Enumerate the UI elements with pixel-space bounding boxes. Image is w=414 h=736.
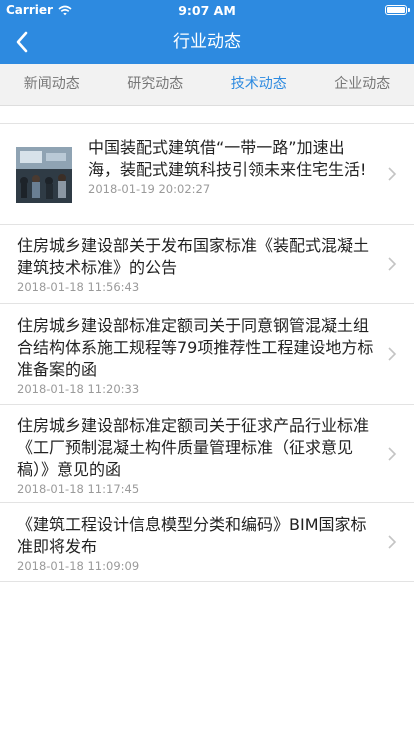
article-text: 住房城乡建设部关于发布国家标准《装配式混凝土建筑技术标准》的公告 2018-01… bbox=[17, 235, 376, 294]
chevron-right-icon bbox=[388, 257, 397, 271]
back-button[interactable] bbox=[0, 20, 44, 64]
nav-bar: 行业动态 bbox=[0, 20, 414, 64]
tab-enterprise[interactable]: 企业动态 bbox=[311, 64, 414, 105]
tab-technology[interactable]: 技术动态 bbox=[207, 64, 311, 105]
app-header: Carrier 9:07 AM 行业动态 bbox=[0, 0, 414, 64]
article-list: 中国装配式建筑借“一带一路”加速出海，装配式建筑科技引领未来住宅生活! 2018… bbox=[0, 123, 414, 582]
category-tabs: 新闻动态 研究动态 技术动态 企业动态 bbox=[0, 64, 414, 106]
article-title: 住房城乡建设部标准定额司关于征求产品行业标准《工厂预制混凝土构件质量管理标准（征… bbox=[17, 416, 370, 479]
article-time: 2018-01-18 11:56:43 bbox=[17, 280, 140, 294]
article-row[interactable]: 住房城乡建设部关于发布国家标准《装配式混凝土建筑技术标准》的公告 2018-01… bbox=[0, 225, 414, 304]
article-time: 2018-01-18 11:20:33 bbox=[17, 382, 140, 396]
battery-icon bbox=[385, 5, 410, 15]
page-title: 行业动态 bbox=[173, 32, 241, 52]
article-title: 《建筑工程设计信息模型分类和编码》BIM国家标准即将发布 bbox=[17, 515, 367, 556]
article-text: 《建筑工程设计信息模型分类和编码》BIM国家标准即将发布 2018-01-18 … bbox=[17, 514, 376, 573]
article-row[interactable]: 中国装配式建筑借“一带一路”加速出海，装配式建筑科技引领未来住宅生活! 2018… bbox=[0, 124, 414, 225]
article-text: 住房城乡建设部标准定额司关于同意钢管混凝土组合结构体系施工规程等79项推荐性工程… bbox=[17, 315, 376, 396]
article-thumbnail bbox=[16, 147, 72, 203]
status-time: 9:07 AM bbox=[178, 3, 236, 18]
article-text: 中国装配式建筑借“一带一路”加速出海，装配式建筑科技引领未来住宅生活! 2018… bbox=[88, 137, 376, 196]
chevron-right-icon bbox=[388, 535, 397, 549]
article-title: 住房城乡建设部标准定额司关于同意钢管混凝土组合结构体系施工规程等79项推荐性工程… bbox=[17, 316, 374, 379]
article-row[interactable]: 住房城乡建设部标准定额司关于同意钢管混凝土组合结构体系施工规程等79项推荐性工程… bbox=[0, 304, 414, 405]
article-time: 2018-01-19 20:02:27 bbox=[88, 182, 211, 196]
tab-news[interactable]: 新闻动态 bbox=[0, 64, 104, 105]
tab-research[interactable]: 研究动态 bbox=[104, 64, 208, 105]
article-title: 中国装配式建筑借“一带一路”加速出海，装配式建筑科技引领未来住宅生活! bbox=[88, 138, 367, 179]
article-time: 2018-01-18 11:17:45 bbox=[17, 482, 140, 496]
chevron-left-icon bbox=[16, 31, 28, 53]
article-row[interactable]: 《建筑工程设计信息模型分类和编码》BIM国家标准即将发布 2018-01-18 … bbox=[0, 503, 414, 582]
chevron-right-icon bbox=[388, 167, 397, 181]
article-row[interactable]: 住房城乡建设部标准定额司关于征求产品行业标准《工厂预制混凝土构件质量管理标准（征… bbox=[0, 405, 414, 503]
article-time: 2018-01-18 11:09:09 bbox=[17, 559, 140, 573]
status-bar: Carrier 9:07 AM bbox=[0, 0, 414, 20]
article-text: 住房城乡建设部标准定额司关于征求产品行业标准《工厂预制混凝土构件质量管理标准（征… bbox=[17, 415, 376, 496]
chevron-right-icon bbox=[388, 347, 397, 361]
article-title: 住房城乡建设部关于发布国家标准《装配式混凝土建筑技术标准》的公告 bbox=[17, 236, 370, 277]
chevron-right-icon bbox=[388, 446, 397, 461]
